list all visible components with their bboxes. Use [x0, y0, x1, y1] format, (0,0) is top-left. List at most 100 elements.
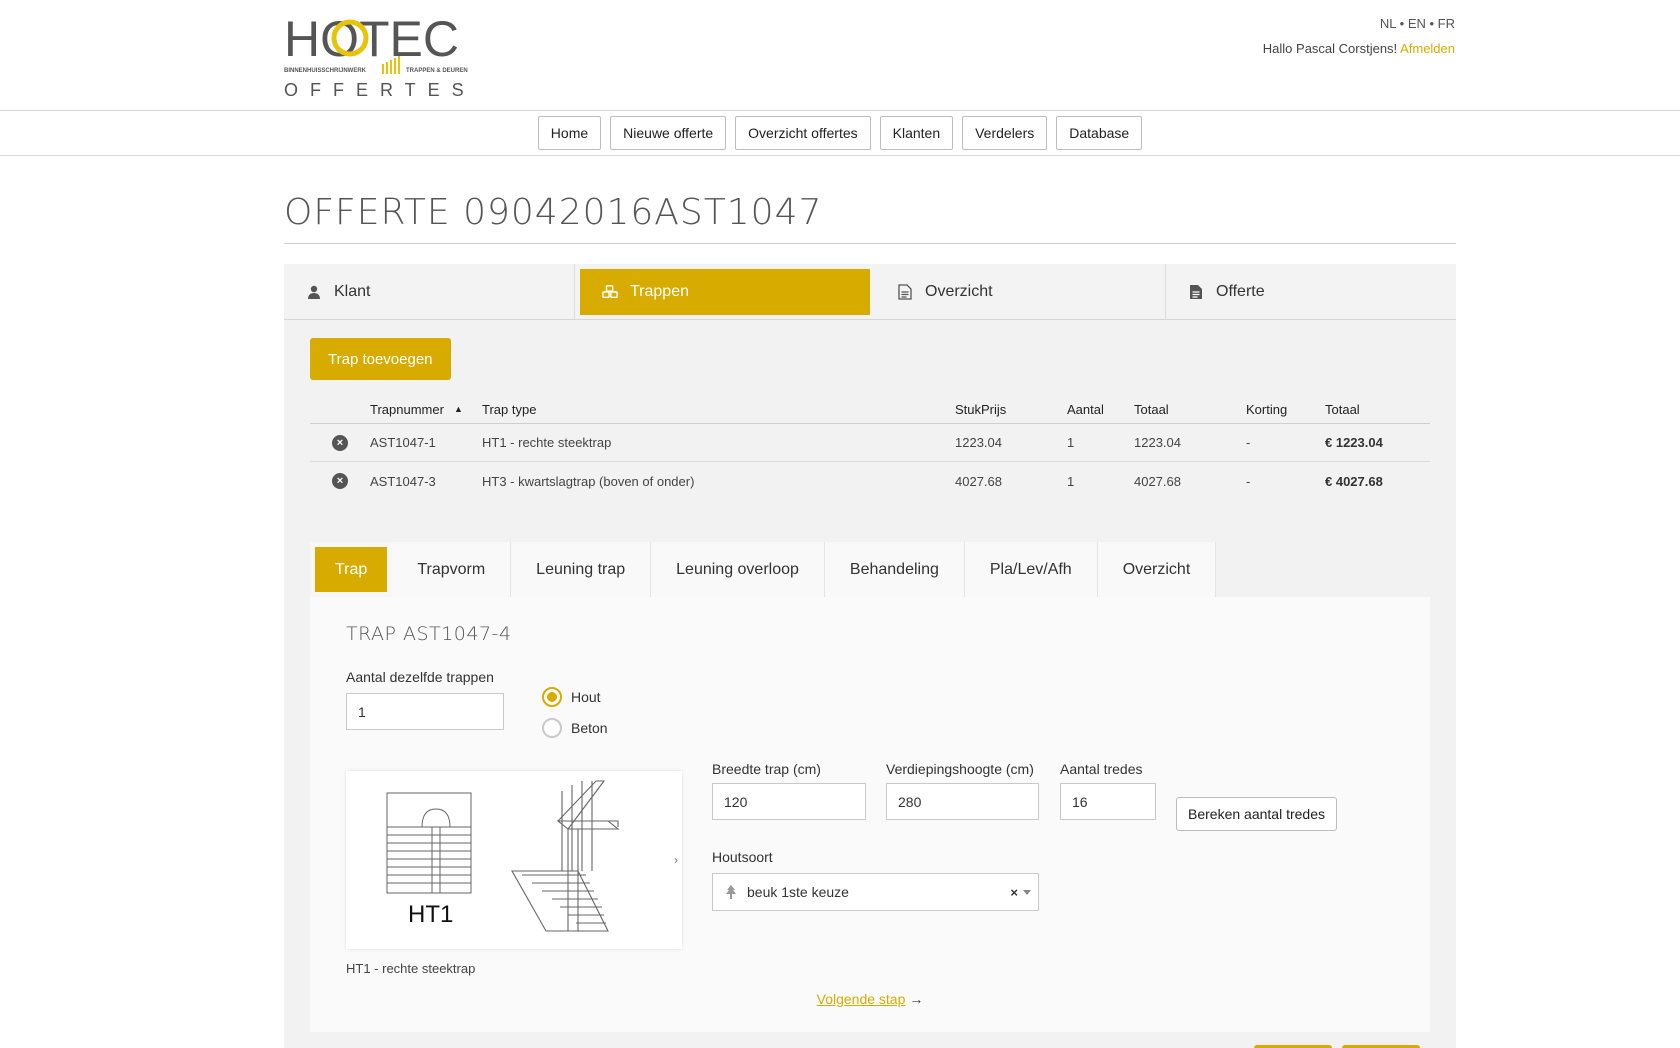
width-input[interactable]: 120 [712, 783, 866, 820]
step-customer[interactable]: Klant [284, 264, 575, 319]
nav-home[interactable]: Home [537, 116, 602, 150]
next-step: Volgende stap → [310, 991, 1430, 1007]
arrow-right-icon: → [909, 991, 924, 1007]
steps-input[interactable]: 16 [1060, 783, 1156, 820]
stair-form-title: TRAP AST1047-4 [346, 623, 512, 645]
floor-height-input[interactable]: 280 [886, 783, 1039, 820]
cell-discount: - [1246, 473, 1251, 489]
count-label: Aantal dezelfde trappen [346, 669, 494, 685]
logo-main-text: HOTEC [284, 12, 459, 67]
main-navigation: Home Nieuwe offerte Overzicht offertes K… [0, 111, 1680, 156]
radio-label: Hout [571, 689, 601, 705]
lang-en[interactable]: EN [1408, 16, 1426, 31]
tab-overview[interactable]: Overzicht [1097, 542, 1217, 597]
table-header: Trapnummer ▲ Trap type StukPrijs Aantal T… [310, 396, 1430, 424]
cell-total: 4027.68 [1134, 473, 1181, 489]
stair-type-caption: HT1 - rechte steektrap [346, 961, 476, 976]
step-quote[interactable]: Offerte [1166, 264, 1456, 319]
nav-database[interactable]: Database [1056, 116, 1143, 150]
cell-type: HT1 - rechte steektrap [482, 435, 612, 450]
radio-dot [542, 718, 562, 738]
greeting-text: Hallo Pascal Corstjens! [1262, 41, 1398, 56]
wood-type-value: beuk 1ste keuze [747, 884, 849, 900]
step-label: Overzicht [925, 282, 993, 300]
step-overview[interactable]: Overzicht [875, 264, 1166, 319]
logo-sub-text: OFFERTES [284, 80, 476, 98]
wood-type-select[interactable]: beuk 1ste keuze × [712, 873, 1039, 911]
cell-grand-total: € 4027.68 [1325, 473, 1383, 489]
cell-quantity: 1 [1067, 473, 1075, 489]
logout-link[interactable]: Afmelden [1400, 41, 1455, 56]
remove-icon[interactable]: × [332, 434, 348, 451]
nav-distributors[interactable]: Verdelers [962, 116, 1048, 150]
steps-label: Aantal tredes [1060, 761, 1143, 777]
col-header-grand-total[interactable]: Totaal [1325, 402, 1425, 417]
cell-total: 1223.04 [1134, 435, 1181, 450]
table-row: × AST1047-3 HT3 - kwartslagtrap (boven o… [310, 462, 1430, 500]
radio-concrete[interactable]: Beton [542, 718, 608, 738]
col-header-discount[interactable]: Korting [1246, 402, 1325, 417]
step-stairs[interactable]: Trappen [580, 269, 870, 315]
cell-quantity: 1 [1067, 435, 1075, 450]
col-header-total[interactable]: Totaal [1134, 402, 1246, 417]
col-header-quantity[interactable]: Aantal [1067, 402, 1134, 417]
height-label: Verdiepingshoogte (cm) [886, 761, 1034, 777]
lang-nl[interactable]: NL [1380, 16, 1396, 31]
cell-grand-total: € 1223.04 [1325, 435, 1383, 450]
col-header-number[interactable]: Trapnummer ▲ [370, 402, 482, 417]
cell-type: HT3 - kwartslagtrap (boven of onder) [482, 473, 695, 489]
wood-label: Houtsoort [712, 849, 773, 865]
radio-label: Beton [571, 720, 608, 736]
tree-icon [725, 885, 739, 899]
tab-treatment[interactable]: Behandeling [824, 542, 965, 597]
next-step-link[interactable]: Volgende stap [817, 991, 906, 1007]
stairs-table: Trapnummer ▲ Trap type StukPrijs Aantal T… [310, 396, 1430, 500]
stairs-panel: Trap toevoegen Trapnummer ▲ Trap type Stu… [284, 320, 1456, 1048]
title-divider [284, 243, 1456, 244]
chevron-right-icon[interactable]: › [674, 853, 678, 867]
count-input[interactable]: 1 [346, 693, 504, 730]
add-stair-button[interactable]: Trap toevoegen [310, 338, 451, 380]
page-title: OFFERTE 09042016AST1047 [284, 192, 823, 233]
col-header-type[interactable]: Trap type [482, 402, 955, 417]
tab-stair-railing[interactable]: Leuning trap [511, 542, 652, 597]
nav-quote-overview[interactable]: Overzicht offertes [735, 116, 871, 150]
logo-left-small: BINNENHUISSCHRIJNWERK [284, 68, 367, 74]
preview-code: HT1 [408, 901, 453, 928]
stair-form: TRAP AST1047-4 Aantal dezelfde trappen 1… [310, 597, 1430, 1032]
user-greeting: Hallo Pascal Corstjens! Afmelden [1263, 41, 1455, 56]
tab-stair[interactable]: Trap [315, 547, 388, 592]
tab-landing-railing[interactable]: Leuning overloop [651, 542, 825, 597]
stair-type-preview[interactable]: HT1 [346, 771, 682, 949]
chevron-down-icon[interactable] [1023, 890, 1031, 895]
cell-discount: - [1246, 435, 1251, 450]
table-row: × AST1047-1 HT1 - rechte steektrap 1223.… [310, 424, 1430, 462]
remove-icon[interactable]: × [332, 473, 348, 489]
radio-wood[interactable]: Hout [542, 687, 601, 707]
logo-right-small: TRAPPEN & DEUREN [406, 68, 468, 74]
hotec-logo[interactable]: HOTEC BINNENHUISSCHRIJNWERK TRAPPEN & DE… [284, 12, 480, 98]
cell-unit-price: 4027.68 [955, 473, 1002, 489]
calculate-steps-button[interactable]: Bereken aantal tredes [1176, 797, 1337, 831]
width-label: Breedte trap (cm) [712, 761, 821, 777]
stair-config-tabs: Trap Trapvorm Leuning trap Leuning overl… [310, 542, 1217, 597]
user-icon [306, 284, 322, 300]
tab-placement[interactable]: Pla/Lev/Afh [964, 542, 1098, 597]
lang-fr[interactable]: FR [1438, 16, 1455, 31]
wizard-steps: Klant Trappen Overzicht Offerte [284, 264, 1456, 320]
nav-new-quote[interactable]: Nieuwe offerte [610, 116, 727, 150]
header: HOTEC BINNENHUISSCHRIJNWERK TRAPPEN & DE… [0, 0, 1680, 111]
radio-dot [542, 687, 562, 707]
cell-number: AST1047-3 [370, 473, 436, 489]
col-header-unit-price[interactable]: StukPrijs [955, 402, 1067, 417]
language-switcher: NL • EN • FR [1379, 16, 1455, 31]
step-label: Trappen [630, 283, 689, 300]
file-icon [1188, 284, 1204, 300]
step-label: Offerte [1216, 282, 1265, 300]
clear-selection-icon[interactable]: × [1010, 885, 1018, 900]
cell-number: AST1047-1 [370, 435, 436, 450]
nav-customers[interactable]: Klanten [879, 116, 954, 150]
step-label: Klant [334, 282, 371, 300]
tab-stair-shape[interactable]: Trapvorm [392, 542, 512, 597]
sort-asc-icon: ▲ [453, 404, 463, 414]
